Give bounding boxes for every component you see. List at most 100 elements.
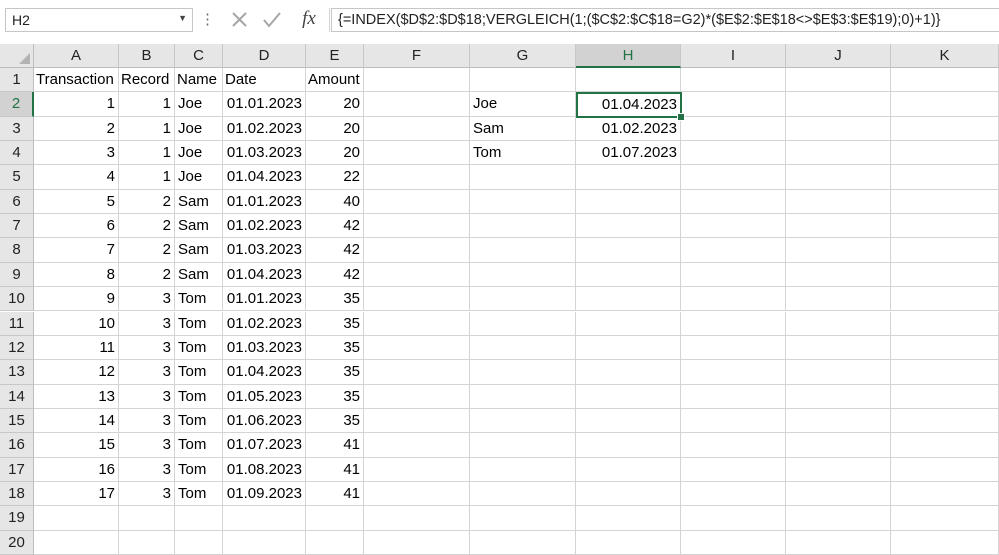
column-header-d[interactable]: D bbox=[223, 44, 306, 68]
table-cell[interactable]: 2 bbox=[119, 238, 175, 263]
cell[interactable] bbox=[681, 287, 786, 312]
table-cell[interactable]: Sam bbox=[175, 238, 223, 263]
table-cell[interactable]: 1 bbox=[34, 92, 119, 117]
table-cell[interactable]: 2 bbox=[119, 189, 175, 215]
column-header-i[interactable]: I bbox=[681, 44, 786, 68]
cell[interactable] bbox=[891, 68, 999, 93]
table-cell[interactable]: 41 bbox=[306, 457, 364, 482]
cell[interactable] bbox=[786, 360, 891, 385]
cell[interactable] bbox=[786, 116, 891, 142]
table-cell[interactable]: 42 bbox=[306, 262, 364, 288]
table-cell[interactable]: 3 bbox=[119, 287, 175, 312]
cell[interactable] bbox=[786, 530, 891, 555]
cell[interactable] bbox=[786, 287, 891, 312]
row-header-6[interactable]: 6 bbox=[0, 189, 34, 215]
cell[interactable] bbox=[223, 506, 306, 531]
result-date-cell[interactable]: 01.07.2023 bbox=[576, 141, 681, 166]
table-cell[interactable]: 13 bbox=[34, 384, 119, 409]
cell[interactable] bbox=[34, 530, 119, 555]
cell[interactable] bbox=[470, 287, 576, 312]
cell[interactable] bbox=[681, 92, 786, 117]
cell[interactable] bbox=[576, 335, 681, 361]
row-header-20[interactable]: 20 bbox=[0, 530, 34, 555]
table-cell[interactable]: 42 bbox=[306, 238, 364, 263]
table-cell[interactable]: 2 bbox=[119, 214, 175, 239]
table-header-cell[interactable]: Transaction bbox=[34, 68, 119, 93]
cell[interactable] bbox=[681, 116, 786, 142]
table-cell[interactable]: 3 bbox=[119, 384, 175, 409]
cell[interactable] bbox=[364, 287, 470, 312]
column-header-c[interactable]: C bbox=[175, 44, 223, 68]
row-header-8[interactable]: 8 bbox=[0, 238, 34, 263]
cell[interactable] bbox=[175, 506, 223, 531]
column-header-k[interactable]: K bbox=[891, 44, 999, 68]
cell[interactable] bbox=[364, 116, 470, 142]
cell[interactable] bbox=[786, 165, 891, 190]
fill-handle[interactable] bbox=[677, 112, 685, 121]
cell[interactable] bbox=[470, 238, 576, 263]
cell[interactable] bbox=[364, 92, 470, 117]
cell[interactable] bbox=[470, 506, 576, 531]
table-cell[interactable]: 10 bbox=[34, 311, 119, 336]
cell[interactable] bbox=[786, 384, 891, 409]
result-name-cell[interactable]: Tom bbox=[470, 141, 576, 166]
table-cell[interactable]: 35 bbox=[306, 311, 364, 336]
table-cell[interactable]: Tom bbox=[175, 287, 223, 312]
table-cell[interactable]: 11 bbox=[34, 335, 119, 361]
cell[interactable] bbox=[576, 311, 681, 336]
column-header-b[interactable]: B bbox=[119, 44, 175, 68]
cell[interactable] bbox=[681, 141, 786, 166]
cell[interactable] bbox=[364, 141, 470, 166]
cell[interactable] bbox=[891, 92, 999, 117]
cell[interactable] bbox=[364, 384, 470, 409]
cell[interactable] bbox=[470, 408, 576, 434]
cell[interactable] bbox=[681, 68, 786, 93]
table-cell[interactable]: 35 bbox=[306, 408, 364, 434]
table-cell[interactable]: Sam bbox=[175, 214, 223, 239]
cell[interactable] bbox=[470, 214, 576, 239]
formula-input[interactable]: {=INDEX($D$2:$D$18;VERGLEICH(1;($C$2:$C$… bbox=[331, 8, 999, 32]
cell[interactable] bbox=[470, 68, 576, 93]
table-cell[interactable]: 1 bbox=[119, 165, 175, 190]
cell[interactable] bbox=[891, 165, 999, 190]
table-cell[interactable]: Tom bbox=[175, 457, 223, 482]
table-cell[interactable]: 41 bbox=[306, 481, 364, 507]
table-cell[interactable]: 1 bbox=[119, 92, 175, 117]
table-header-cell[interactable]: Amount bbox=[306, 68, 364, 93]
table-cell[interactable]: Joe bbox=[175, 92, 223, 117]
cell[interactable] bbox=[470, 457, 576, 482]
table-cell[interactable]: 3 bbox=[119, 481, 175, 507]
row-header-17[interactable]: 17 bbox=[0, 457, 34, 482]
cell[interactable] bbox=[891, 384, 999, 409]
table-cell[interactable]: Joe bbox=[175, 165, 223, 190]
cell[interactable] bbox=[576, 384, 681, 409]
cell[interactable] bbox=[786, 481, 891, 507]
table-cell[interactable]: 2 bbox=[34, 116, 119, 142]
cell[interactable] bbox=[364, 506, 470, 531]
table-cell[interactable]: 35 bbox=[306, 360, 364, 385]
table-cell[interactable]: 9 bbox=[34, 287, 119, 312]
table-cell[interactable]: 01.01.2023 bbox=[223, 189, 306, 215]
table-cell[interactable]: Tom bbox=[175, 408, 223, 434]
table-cell[interactable]: 16 bbox=[34, 457, 119, 482]
row-header-10[interactable]: 10 bbox=[0, 287, 34, 312]
cell[interactable] bbox=[470, 311, 576, 336]
checkmark-icon[interactable] bbox=[258, 8, 286, 32]
cell[interactable] bbox=[364, 481, 470, 507]
row-header-1[interactable]: 1 bbox=[0, 68, 34, 93]
cell[interactable] bbox=[681, 189, 786, 215]
table-cell[interactable]: 20 bbox=[306, 92, 364, 117]
table-cell[interactable]: Joe bbox=[175, 116, 223, 142]
cell[interactable] bbox=[576, 433, 681, 458]
cell[interactable] bbox=[576, 481, 681, 507]
table-cell[interactable]: Joe bbox=[175, 141, 223, 166]
table-cell[interactable]: 01.05.2023 bbox=[223, 384, 306, 409]
cell[interactable] bbox=[681, 165, 786, 190]
cell[interactable] bbox=[470, 262, 576, 288]
table-cell[interactable]: 01.01.2023 bbox=[223, 287, 306, 312]
cell[interactable] bbox=[891, 141, 999, 166]
table-cell[interactable]: 1 bbox=[119, 141, 175, 166]
table-cell[interactable]: 01.06.2023 bbox=[223, 408, 306, 434]
table-cell[interactable]: 1 bbox=[119, 116, 175, 142]
cell[interactable] bbox=[786, 141, 891, 166]
